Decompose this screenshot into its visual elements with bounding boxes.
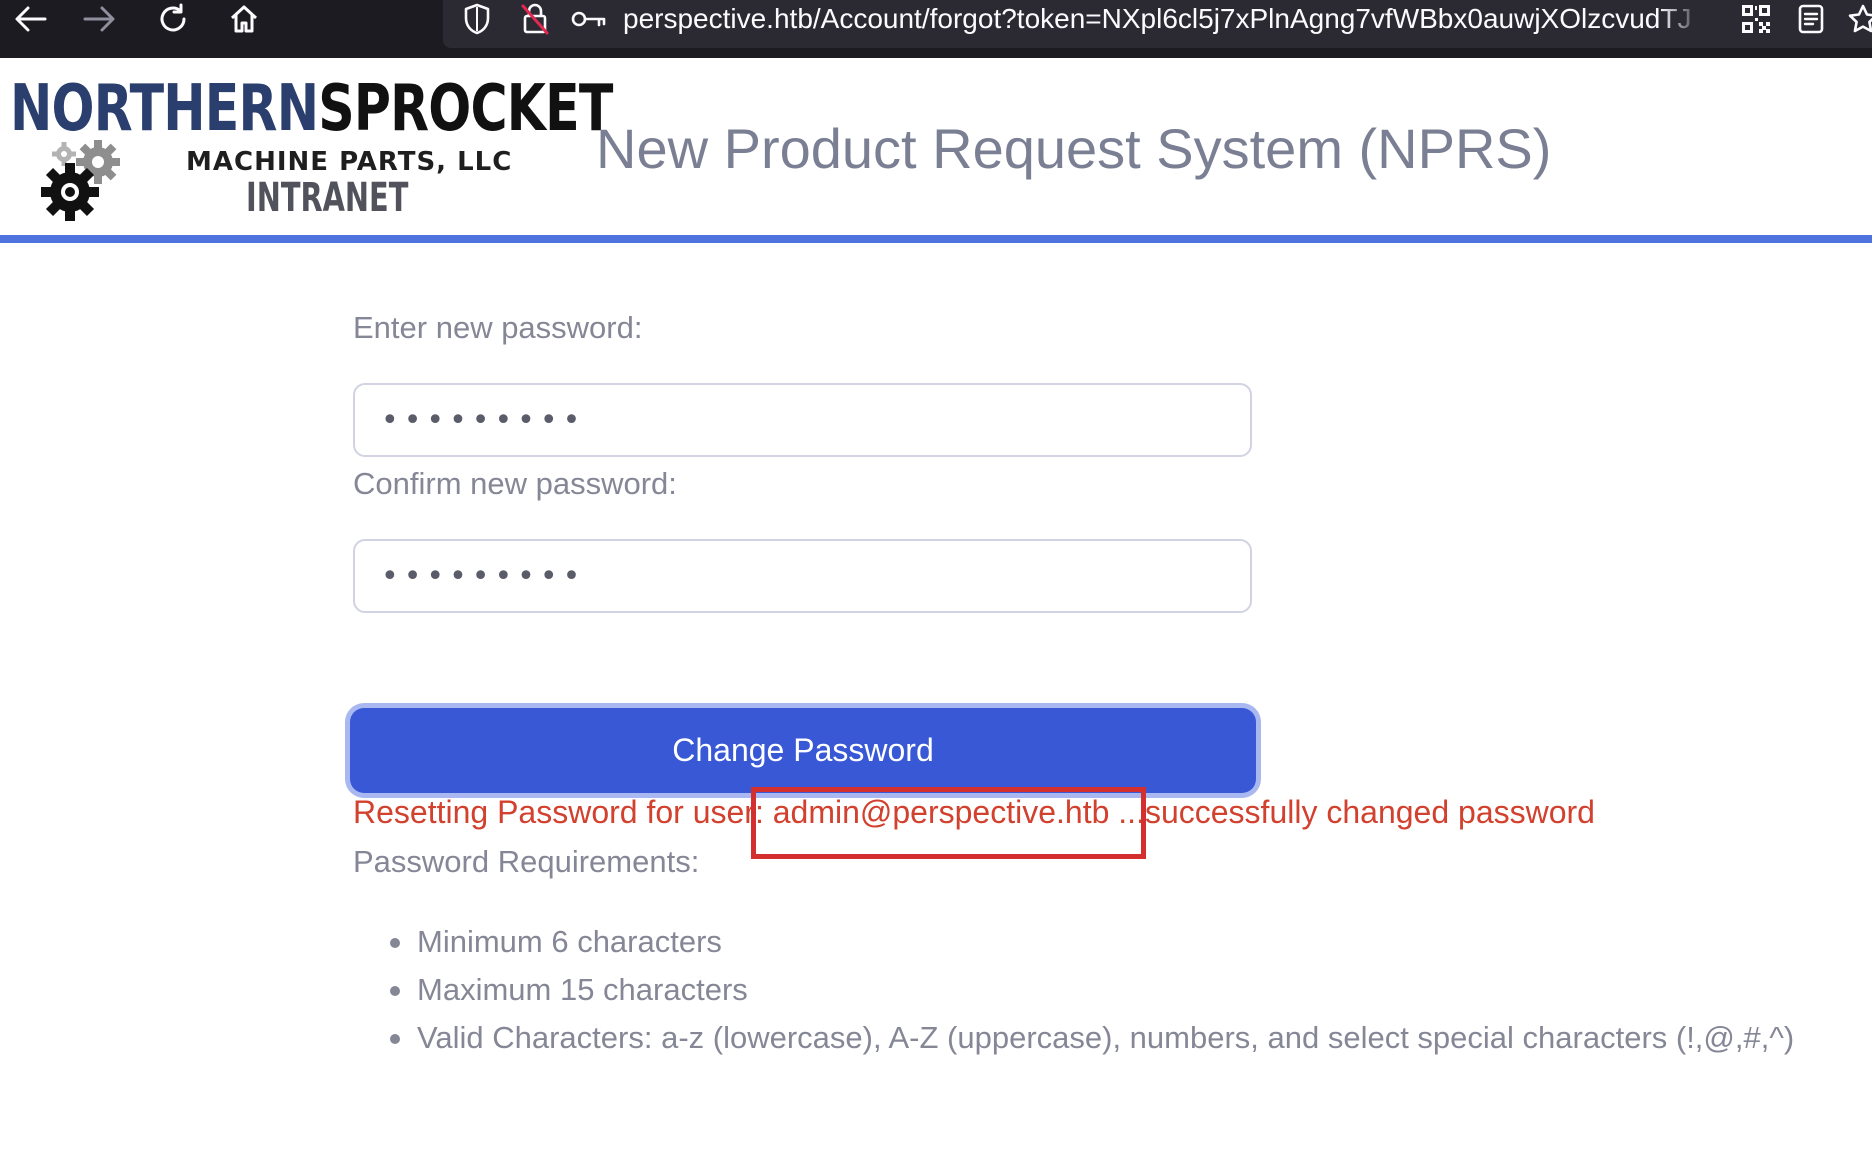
confirm-password-field[interactable] — [353, 539, 1252, 613]
header-divider — [0, 235, 1872, 243]
requirement-text: Maximum 15 characters — [417, 972, 748, 1007]
url-text[interactable]: perspective.htb/Account/forgot?token=NXp… — [623, 0, 1703, 38]
requirements-title: Password Requirements: — [353, 844, 700, 879]
list-item: Maximum 15 characters — [390, 966, 1794, 1014]
new-password-field[interactable] — [353, 383, 1252, 457]
bullet-icon — [390, 1034, 400, 1044]
reader-view-icon[interactable] — [1791, 0, 1831, 38]
browser-toolbar: perspective.htb/Account/forgot?token=NXp… — [0, 0, 1872, 58]
qr-code-icon[interactable] — [1736, 0, 1776, 38]
bullet-icon — [390, 986, 400, 996]
requirements-list: Minimum 6 characters Maximum 15 characte… — [390, 918, 1794, 1062]
home-icon[interactable] — [214, 0, 274, 38]
back-arrow-icon[interactable] — [0, 0, 60, 38]
page-title: New Product Request System (NPRS) — [596, 117, 1552, 180]
confirm-password-label: Confirm new password: — [353, 466, 677, 501]
key-icon[interactable] — [569, 0, 609, 38]
requirement-text: Minimum 6 characters — [417, 924, 722, 959]
logo-intranet: INTRANET — [246, 175, 409, 221]
reload-icon[interactable] — [143, 0, 203, 38]
list-item: Valid Characters: a-z (lowercase), A-Z (… — [390, 1014, 1794, 1062]
highlight-box — [751, 787, 1146, 859]
company-logo[interactable]: NORTHERNSPROCKET MACHINE PARTS, LLC INTR… — [8, 70, 613, 222]
gears-icon — [40, 134, 136, 227]
logo-subtitle: MACHINE PARTS, LLC — [186, 147, 513, 177]
forward-arrow-icon[interactable] — [70, 0, 130, 38]
list-item: Minimum 6 characters — [390, 918, 1794, 966]
bookmark-star-icon[interactable] — [1843, 0, 1872, 38]
url-bar[interactable]: perspective.htb/Account/forgot?token=NXp… — [443, 0, 1872, 48]
new-password-label: Enter new password: — [353, 310, 643, 345]
lock-off-icon[interactable] — [515, 0, 555, 38]
requirement-text: Valid Characters: a-z (lowercase), A-Z (… — [417, 1020, 1795, 1055]
shield-icon[interactable] — [457, 0, 497, 38]
bullet-icon — [390, 938, 400, 948]
change-password-button[interactable]: Change Password — [350, 708, 1256, 793]
